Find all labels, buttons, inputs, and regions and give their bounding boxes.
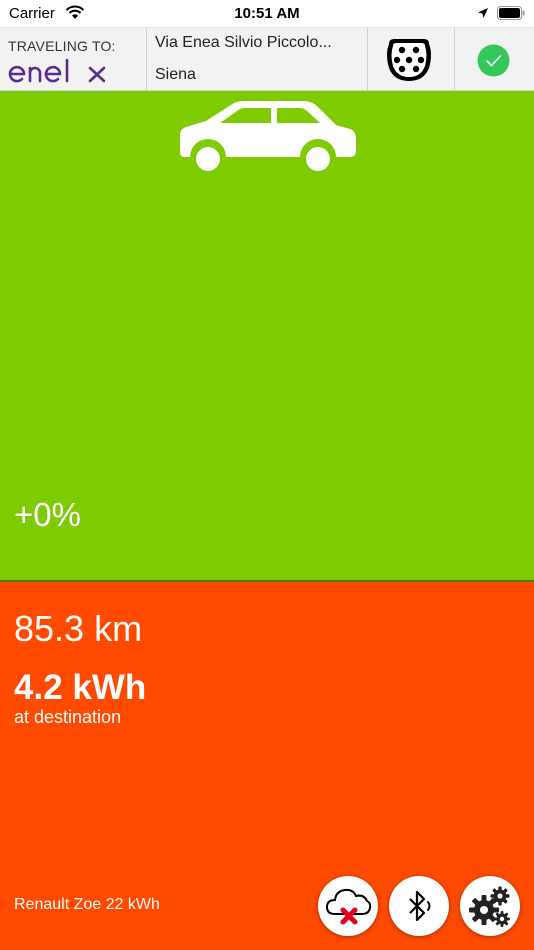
status-bar: Carrier 10:51 AM (0, 0, 534, 27)
energy-panel: 85.3 km 4.2 kWh at destination Renault Z… (0, 582, 534, 950)
cloud-x-icon (325, 888, 372, 925)
vehicle-name[interactable]: Renault Zoe 22 kWh (14, 896, 160, 914)
battery-icon (497, 6, 525, 20)
destination-header: TRAVELING TO: Via Enea Silvio Piccolo...… (0, 27, 534, 91)
energy-caption: at destination (14, 707, 122, 727)
range-value: 85.3 km (14, 608, 143, 649)
car-icon (180, 101, 356, 173)
settings-button[interactable] (460, 876, 520, 936)
status-cell[interactable] (455, 28, 534, 91)
brand-cell: TRAVELING TO: (0, 28, 147, 91)
connector-button[interactable] (368, 28, 455, 91)
charge-panel: +0% (0, 91, 534, 580)
destination-street: Via Enea Silvio Piccolo... (155, 34, 332, 51)
bluetooth-button[interactable] (389, 876, 449, 936)
location-arrow-icon (478, 8, 488, 18)
charge-percent: +0% (14, 496, 81, 533)
clock: 10:51 AM (234, 5, 300, 22)
check-circle-icon (477, 44, 510, 77)
gears-icon (469, 886, 510, 927)
enel-x-logo (8, 58, 106, 83)
destination-city: Siena (155, 66, 196, 83)
energy-at-destination: 4.2 kWh (14, 668, 147, 707)
type2-plug-icon (387, 39, 431, 81)
bluetooth-icon (409, 890, 431, 922)
traveling-to-label: TRAVELING TO: (8, 38, 116, 54)
cloud-offline-button[interactable] (318, 876, 378, 936)
destination-cell[interactable]: Via Enea Silvio Piccolo... Siena (147, 28, 368, 91)
